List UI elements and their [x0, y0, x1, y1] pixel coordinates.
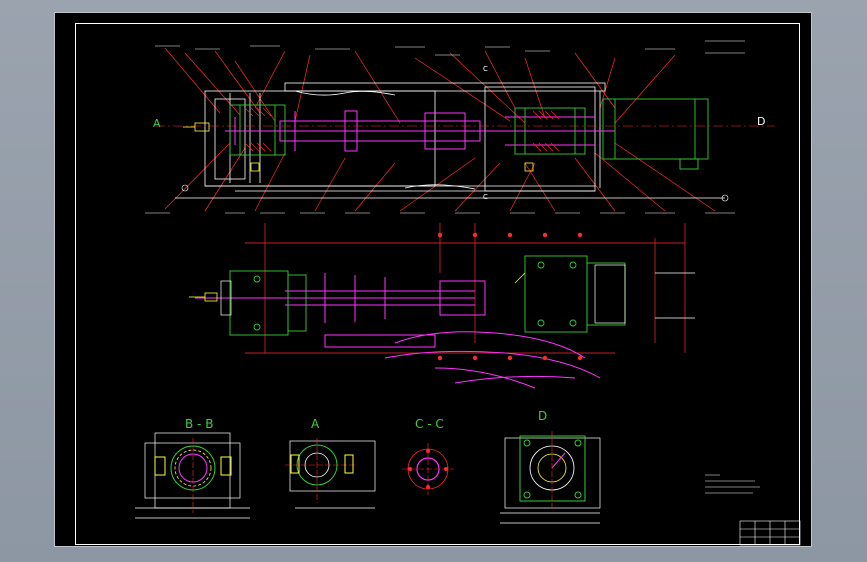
view-marker-a: A — [153, 117, 161, 130]
cad-drawing — [135, 40, 801, 546]
section-label-d: D — [538, 409, 548, 423]
cut-marker-c-bottom: C — [483, 193, 488, 201]
cut-marker-c-top: C — [483, 65, 488, 73]
middle-plan-view — [189, 223, 695, 389]
section-label-a: A — [311, 417, 320, 431]
title-block — [739, 520, 801, 546]
drawing-sheet: B - B A C - C D A D C C — [54, 12, 812, 547]
section-label-c-c: C - C — [415, 417, 444, 431]
view-marker-d: D — [757, 115, 766, 128]
section-label-b-b: B - B — [185, 417, 214, 431]
technical-notes — [705, 474, 760, 494]
top-assembly-view — [145, 40, 775, 214]
section-views — [135, 431, 601, 524]
